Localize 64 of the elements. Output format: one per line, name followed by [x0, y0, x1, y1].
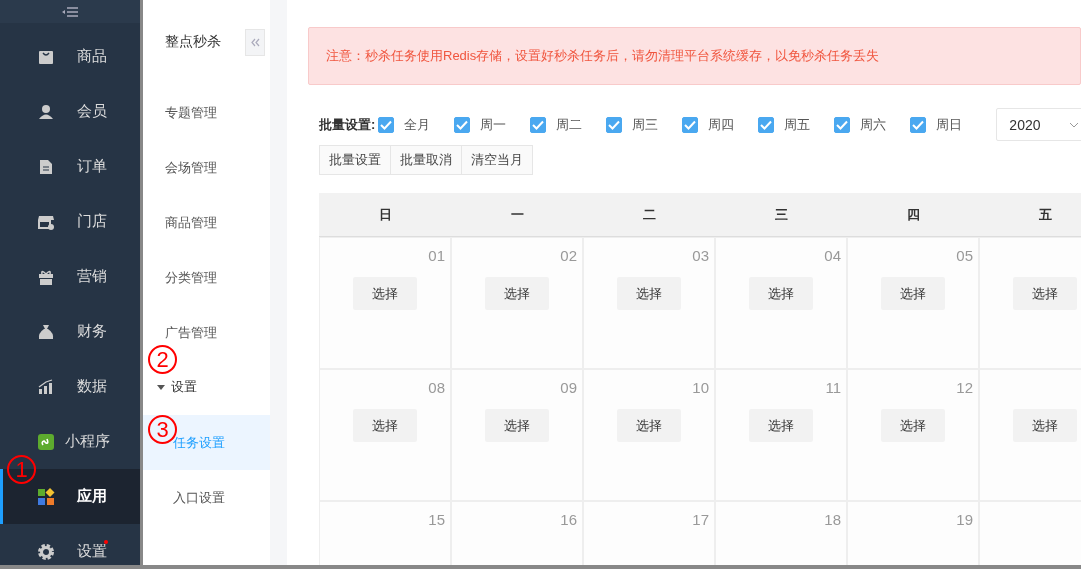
checkbox-label: 周一 [480, 115, 508, 134]
select-button[interactable]: 选择 [881, 409, 945, 442]
select-button[interactable]: 选择 [485, 277, 549, 310]
sidebar-item[interactable]: 营销 [0, 249, 140, 304]
select-button[interactable]: 选择 [1013, 409, 1077, 442]
day-number: 16 [560, 511, 577, 529]
day-number: 19 [956, 511, 973, 529]
sidebar-item[interactable]: 门店 [0, 194, 140, 249]
checkbox-label: 周四 [708, 115, 736, 134]
select-button[interactable]: 选择 [353, 277, 417, 310]
select-button[interactable]: 选择 [617, 409, 681, 442]
weekday-header: 一 [451, 193, 583, 237]
day-number: 01 [428, 247, 445, 265]
batch-button[interactable]: 批量设置 [319, 145, 391, 175]
batch-button[interactable]: 批量取消 [390, 145, 462, 175]
sidebar-item[interactable]: 商品 [0, 29, 140, 84]
select-button[interactable]: 选择 [617, 277, 681, 310]
sidebar-item[interactable]: 会员 [0, 84, 140, 139]
day-number: 11 [825, 379, 841, 397]
day-number: 05 [956, 247, 973, 265]
day-number: 09 [560, 379, 577, 397]
day-number: 18 [824, 511, 841, 529]
day-number: 17 [692, 511, 709, 529]
weekday-header: 日 [319, 193, 451, 237]
select-button[interactable]: 选择 [485, 409, 549, 442]
weekday-header: 二 [583, 193, 715, 237]
checkbox-label: 周二 [556, 115, 584, 134]
select-button[interactable]: 选择 [353, 409, 417, 442]
weekday-header: 三 [715, 193, 847, 237]
step-marker: 1 [7, 455, 36, 484]
batch-label: 批量设置: [319, 115, 376, 134]
submenu-group[interactable]: 设置 [143, 375, 270, 399]
step-marker: 2 [148, 345, 177, 374]
day-number: 15 [428, 511, 445, 529]
checkbox-label: 周日 [936, 115, 964, 134]
submenu-item[interactable]: 入口设置 [143, 470, 270, 525]
day-number: 08 [428, 379, 445, 397]
submenu-title: 整点秒杀 [165, 33, 221, 51]
checkbox-label: 全月 [404, 115, 432, 134]
batch-button[interactable]: 清空当月 [461, 145, 533, 175]
sidebar-item[interactable]: 数据 [0, 359, 140, 414]
checkbox-label: 周六 [860, 115, 888, 134]
day-number: 10 [692, 379, 709, 397]
warning-alert: 注意：秒杀任务使用Redis存储，设置好秒杀任务后，请勿清理平台系统缓存，以免秒杀任务丢失 [308, 27, 1081, 85]
select-button[interactable]: 选择 [881, 277, 945, 310]
day-number: 12 [956, 379, 973, 397]
submenu-item[interactable]: 会场管理 [143, 140, 270, 195]
day-number: 04 [824, 247, 841, 265]
sidebar-item[interactable]: 财务 [0, 304, 140, 359]
checkbox-label: 周五 [784, 115, 812, 134]
submenu-item[interactable]: 分类管理 [143, 250, 270, 305]
sidebar-item[interactable]: 订单 [0, 139, 140, 194]
year-select[interactable]: 2020 [996, 108, 1081, 141]
select-button[interactable]: 选择 [749, 277, 813, 310]
weekday-header: 四 [847, 193, 979, 237]
select-button[interactable]: 选择 [749, 409, 813, 442]
submenu-item[interactable]: 专题管理 [143, 85, 270, 140]
checkbox-label: 周三 [632, 115, 660, 134]
select-button[interactable]: 选择 [1013, 277, 1077, 310]
weekday-header: 五 [979, 193, 1081, 237]
day-number: 02 [560, 247, 577, 265]
submenu-item[interactable]: 商品管理 [143, 195, 270, 250]
day-number: 03 [692, 247, 709, 265]
sidebar-item[interactable]: 设置 [0, 524, 140, 569]
